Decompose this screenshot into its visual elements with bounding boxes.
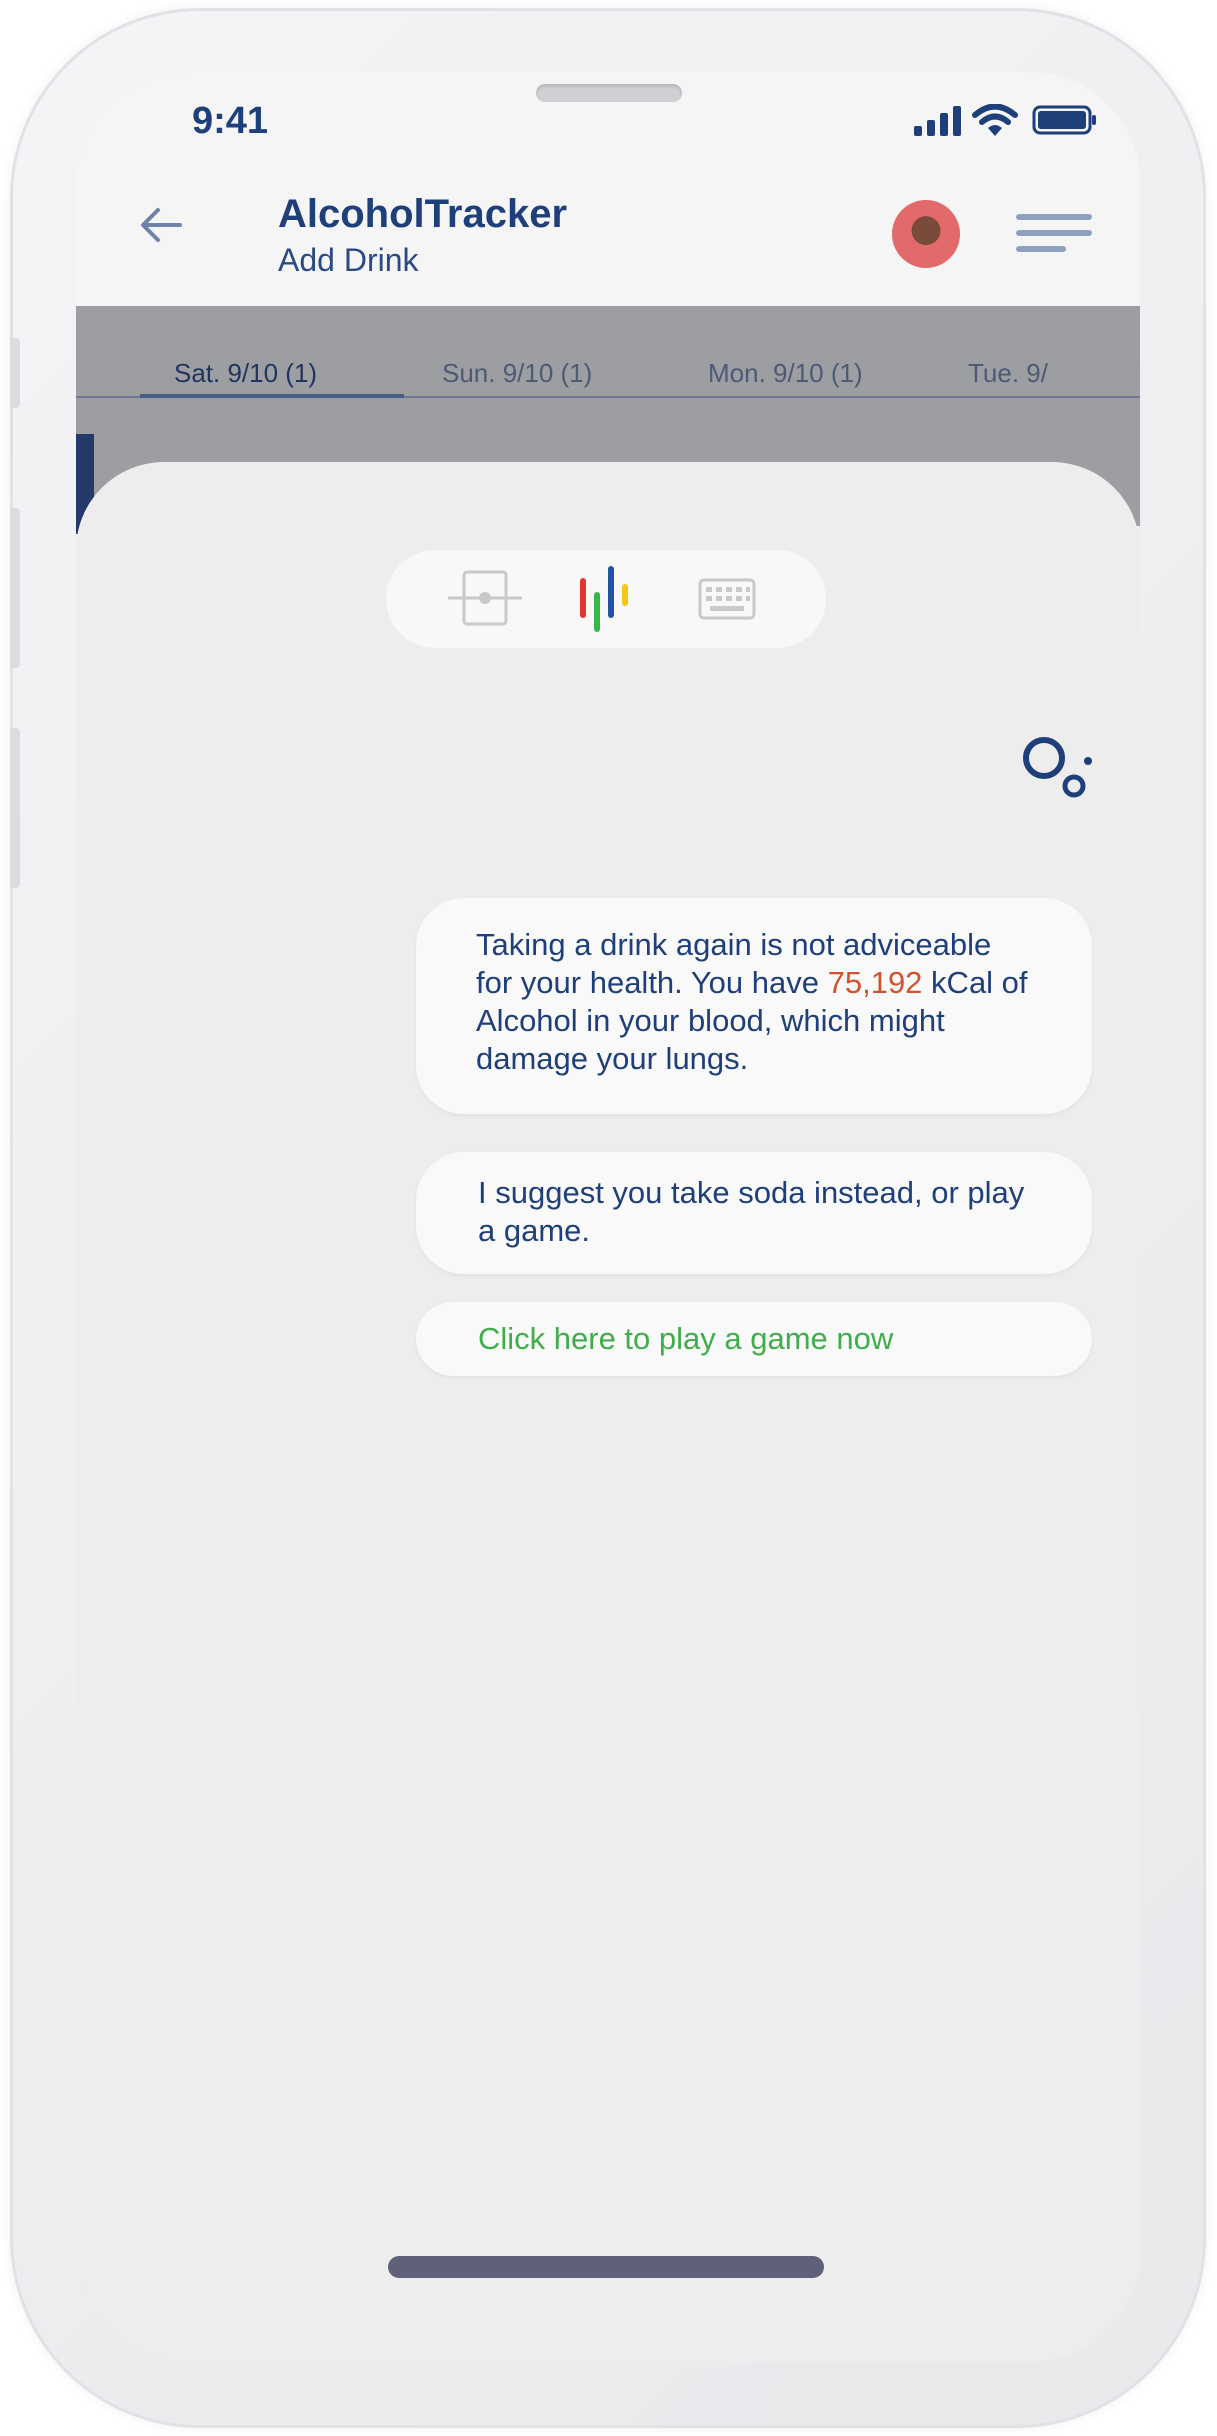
assistant-logo-icon — [1023, 737, 1092, 798]
volume-up-button — [10, 508, 20, 668]
mute-switch — [10, 338, 20, 408]
assistant-suggestion-bubble: I suggest you take soda instead, or play… — [416, 1152, 1092, 1274]
active-tab-indicator — [140, 394, 404, 398]
voice-bars-icon[interactable] — [576, 562, 642, 636]
assistant-warning-bubble: Taking a drink again is not adviceable f… — [416, 898, 1092, 1114]
keyboard-icon[interactable] — [698, 578, 756, 620]
avatar[interactable] — [892, 200, 960, 268]
tab-day-sat[interactable]: Sat. 9/10 (1) — [174, 358, 317, 389]
hamburger-menu-icon[interactable] — [1016, 214, 1092, 258]
page-subtitle: Add Drink — [278, 242, 419, 278]
tab-day-mon[interactable]: Mon. 9/10 (1) — [708, 358, 863, 389]
status-time: 9:41 — [192, 100, 269, 142]
alcohol-kcal-value: 75,192 — [827, 965, 923, 1000]
speaker-grille — [536, 84, 682, 102]
tab-day-tue[interactable]: Tue. 9/ — [968, 358, 1048, 389]
signal-icon — [914, 106, 961, 136]
back-arrow-icon[interactable] — [136, 200, 186, 250]
status-bar: 9:41 — [76, 72, 1140, 164]
play-game-link-bubble[interactable]: Click here to play a game now — [416, 1302, 1092, 1376]
app-title: AlcoholTracker — [278, 192, 568, 236]
suggestion-text: I suggest you take soda instead, or play… — [478, 1175, 1025, 1248]
home-indicator[interactable] — [388, 2256, 824, 2278]
scan-icon[interactable] — [446, 568, 524, 628]
phone-screen: 9:41 AlcoholTracker Add Drink Sat. 9/10 … — [76, 72, 1140, 2362]
wifi-icon — [972, 104, 1018, 136]
tab-day-sun[interactable]: Sun. 9/10 (1) — [442, 358, 592, 389]
volume-down-button — [10, 728, 20, 888]
battery-icon — [1032, 105, 1096, 135]
app-bar — [76, 164, 1140, 306]
assistant-sheet — [76, 462, 1140, 2362]
play-game-link[interactable]: Click here to play a game now — [478, 1320, 1036, 1358]
